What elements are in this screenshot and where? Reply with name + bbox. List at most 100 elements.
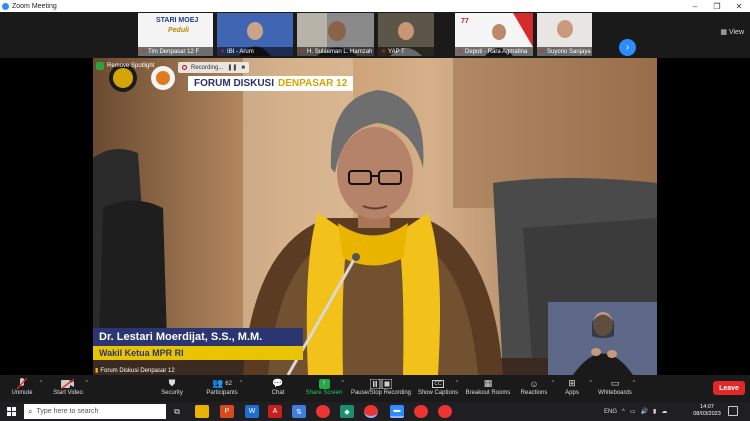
zoom-logo-icon bbox=[2, 2, 9, 10]
share-screen-icon: ↑ bbox=[318, 377, 330, 390]
audio-level-icon: ▮ bbox=[95, 368, 99, 374]
minimize-button[interactable]: – bbox=[684, 0, 706, 12]
participant-thumbnail[interactable]: ✕ H. Sulaeman L. Hamzah bbox=[297, 13, 374, 56]
muted-mic-icon: ✕ bbox=[141, 49, 147, 55]
search-icon: ⌕ bbox=[28, 406, 33, 416]
breakout-rooms-button[interactable]: ▦ Breakout Rooms bbox=[464, 377, 512, 401]
volume-icon[interactable]: 🔊 bbox=[641, 408, 648, 415]
meeting-controls-toolbar: Unmute ^ Start Video ^ ⛊ Security 👥 62 Pa… bbox=[0, 375, 750, 402]
apps-button[interactable]: ⊞ Apps ^ bbox=[550, 377, 594, 401]
active-speaker-video: Remove Spotlight Recording... ❚❚ ■ FORUM… bbox=[93, 58, 657, 375]
svg-text:77: 77 bbox=[461, 18, 469, 25]
taskbar-search-box[interactable]: ⌕ Type here to search bbox=[24, 404, 166, 419]
language-indicator[interactable]: ENG bbox=[604, 409, 617, 415]
speaker-role-plate: Wakil Ketua MPR RI bbox=[93, 346, 303, 360]
app-icon[interactable]: ◆ bbox=[340, 405, 354, 418]
chevron-up-icon[interactable]: ^ bbox=[456, 380, 458, 386]
spotlight-indicator[interactable]: Remove Spotlight bbox=[96, 62, 154, 70]
powerpoint-icon[interactable]: P bbox=[220, 405, 234, 418]
muted-mic-icon: ✕ bbox=[220, 49, 226, 55]
chrome-icon[interactable] bbox=[414, 405, 428, 418]
participant-thumbnail[interactable]: STARI MOEJ Peduli ✕ Tim Denpasar 12 F bbox=[138, 13, 213, 56]
participant-thumbnail[interactable]: 77 ✕ Deputi - Rara Agmatina bbox=[455, 13, 533, 56]
security-button[interactable]: ⛊ Security bbox=[150, 377, 194, 401]
chevron-up-icon[interactable]: ^ bbox=[342, 380, 344, 386]
apps-icon: ⊞ bbox=[568, 378, 576, 388]
pdf-reader-icon[interactable]: A bbox=[268, 405, 282, 418]
windows-taskbar: ⌕ Type here to search ⧉ P W A ⇅ ◆ ▬ ENG … bbox=[0, 402, 750, 421]
participant-thumbnail[interactable]: ✕ Suyono Sanjaya bbox=[537, 13, 592, 56]
participant-thumbnail[interactable]: ✕ IBI - Arum bbox=[217, 13, 293, 56]
participants-count: 62 bbox=[225, 380, 232, 387]
pause-stop-icon bbox=[370, 377, 392, 390]
muted-microphone-icon bbox=[17, 377, 27, 390]
view-button[interactable]: ▦ View bbox=[720, 28, 744, 36]
close-button[interactable]: ✕ bbox=[728, 0, 750, 12]
cloud-icon[interactable]: ☁ bbox=[661, 408, 667, 415]
speaker-name-plate: Dr. Lestari Moerdijat, S.S., M.M. bbox=[93, 328, 303, 346]
start-video-button[interactable]: Start Video ^ bbox=[46, 377, 90, 401]
restore-button[interactable]: ❐ bbox=[706, 0, 728, 12]
video-off-icon bbox=[61, 377, 75, 390]
participant-thumbnail[interactable]: ✕ YAP T bbox=[378, 13, 434, 56]
search-placeholder: Type here to search bbox=[36, 408, 99, 415]
taskbar-clock[interactable]: 14:07 08/03/2023 bbox=[690, 404, 724, 418]
network-icon[interactable]: ▭ bbox=[630, 408, 636, 415]
word-icon[interactable]: W bbox=[245, 405, 259, 418]
chevron-up-icon[interactable]: ^ bbox=[240, 380, 242, 386]
whiteboard-icon: ▭ bbox=[610, 378, 620, 388]
share-screen-button[interactable]: ↑ Share Screen ^ bbox=[302, 377, 346, 401]
smiley-icon: ☺ bbox=[529, 378, 539, 389]
chevron-up-icon[interactable]: ^ bbox=[86, 380, 88, 386]
chrome-icon[interactable] bbox=[438, 405, 452, 418]
stop-recording-icon[interactable]: ■ bbox=[241, 65, 245, 71]
muted-mic-icon: ✕ bbox=[458, 49, 464, 55]
video-participant-name: ▮ Forum Diskusi Denpasar 12 bbox=[95, 367, 175, 375]
muted-mic-icon: ✕ bbox=[540, 49, 546, 55]
chrome-icon[interactable] bbox=[364, 405, 378, 418]
forum-title-banner: FORUM DISKUSI DENPASAR 12 bbox=[188, 76, 354, 91]
title-bar: Zoom Meeting – ❐ ✕ bbox=[0, 0, 750, 12]
notification-icon[interactable] bbox=[728, 406, 738, 416]
shield-icon bbox=[96, 62, 104, 70]
participants-button[interactable]: 👥 62 Participants ^ bbox=[200, 377, 244, 401]
next-page-chevron-icon[interactable]: › bbox=[619, 39, 636, 56]
participant-name: ✕ Tim Denpasar 12 F bbox=[138, 47, 213, 56]
task-view-icon[interactable]: ⧉ bbox=[170, 405, 184, 418]
chevron-up-icon[interactable]: ^ bbox=[40, 380, 42, 386]
file-explorer-icon[interactable] bbox=[195, 405, 209, 418]
muted-mic-icon: ✕ bbox=[300, 49, 306, 55]
captions-icon: CC bbox=[432, 379, 444, 388]
system-tray: ENG ^ ▭ 🔊 ▮ ☁ bbox=[604, 405, 667, 418]
participant-name: ✕ Suyono Sanjaya bbox=[537, 47, 592, 56]
chevron-up-icon[interactable]: ^ bbox=[622, 409, 625, 415]
recording-label: Recording... bbox=[191, 64, 224, 71]
muted-mic-icon: ✕ bbox=[381, 49, 387, 55]
zoom-meeting-window: Zoom Meeting – ❐ ✕ STARI MOEJ Peduli ✕ Ti… bbox=[0, 0, 750, 421]
participant-name: ✕ IBI - Arum bbox=[217, 47, 293, 56]
chat-bubble-icon: 💬 bbox=[272, 378, 284, 388]
chevron-up-icon[interactable]: ^ bbox=[633, 380, 635, 386]
breakout-rooms-icon: ▦ bbox=[483, 378, 493, 388]
sign-language-interpreter-video bbox=[548, 302, 657, 375]
pause-recording-icon[interactable]: ❚❚ bbox=[227, 64, 237, 71]
leave-button[interactable]: Leave bbox=[713, 381, 745, 395]
participant-name: ✕ H. Sulaeman L. Hamzah bbox=[297, 47, 374, 56]
thumbnail-logo-subtext: Peduli bbox=[168, 27, 190, 34]
show-captions-button[interactable]: CC Show Captions ^ bbox=[416, 377, 460, 401]
chrome-icon[interactable] bbox=[316, 405, 330, 418]
chevron-up-icon[interactable]: ^ bbox=[590, 380, 592, 386]
window-controls: – ❐ ✕ bbox=[684, 0, 750, 12]
participant-name: ✕ YAP T bbox=[378, 47, 434, 56]
pause-stop-recording-button[interactable]: Pause/Stop Recording bbox=[350, 377, 412, 401]
app-icon[interactable]: ⇅ bbox=[292, 405, 306, 418]
participants-icon: 👥 62 bbox=[212, 378, 232, 388]
unmute-button[interactable]: Unmute ^ bbox=[0, 377, 44, 401]
zoom-taskbar-icon[interactable]: ▬ bbox=[390, 405, 404, 418]
chat-button[interactable]: 💬 Chat bbox=[256, 377, 300, 401]
windows-start-icon[interactable] bbox=[7, 407, 16, 416]
whiteboards-button[interactable]: ▭ Whiteboards ^ bbox=[593, 377, 637, 401]
shield-icon: ⛊ bbox=[168, 378, 176, 388]
interpreter-figure bbox=[548, 302, 657, 375]
battery-icon[interactable]: ▮ bbox=[653, 408, 656, 415]
